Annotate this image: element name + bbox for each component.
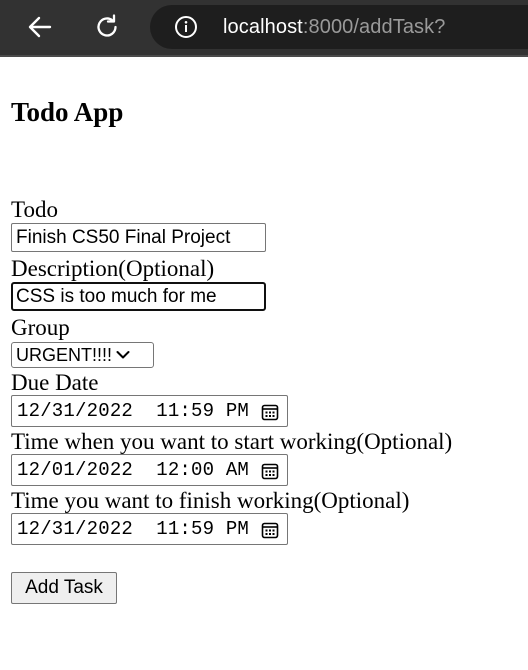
arrow-left-icon (28, 16, 52, 38)
todo-label: Todo (11, 197, 58, 222)
due-date-input[interactable]: 12/31/2022 11:59 PM (11, 395, 288, 427)
url-path: :8000/addTask? (302, 16, 446, 38)
todo-input[interactable]: Finish CS50 Final Project (11, 223, 266, 252)
back-button[interactable] (20, 8, 60, 46)
calendar-icon[interactable] (261, 521, 279, 539)
start-time-label: Time when you want to start working(Opti… (11, 429, 453, 454)
finish-time-value: 12/31/2022 11:59 PM (17, 518, 250, 540)
reload-button[interactable] (87, 8, 127, 46)
description-label: Description(Optional) (11, 256, 215, 281)
chevron-down-icon (116, 351, 130, 359)
add-task-button[interactable]: Add Task (11, 572, 117, 604)
group-select[interactable]: URGENT!!!! (11, 342, 154, 368)
url-host: localhost (223, 16, 303, 38)
due-date-label: Due Date (11, 370, 99, 395)
url-text: localhost:8000/addTask? (223, 16, 445, 39)
due-date-value: 12/31/2022 11:59 PM (17, 400, 250, 422)
reload-icon (97, 14, 117, 37)
start-time-input[interactable]: 12/01/2022 12:00 AM (11, 454, 288, 486)
calendar-icon[interactable] (261, 403, 279, 421)
address-bar[interactable]: localhost:8000/addTask? (150, 5, 528, 49)
group-label: Group (11, 315, 70, 340)
finish-time-input[interactable]: 12/31/2022 11:59 PM (11, 513, 288, 545)
description-input[interactable]: CSS is too much for me (11, 282, 266, 311)
group-selected-value: URGENT!!!! (16, 345, 113, 365)
browser-toolbar: localhost:8000/addTask? (0, 0, 528, 57)
start-time-value: 12/01/2022 12:00 AM (17, 459, 250, 481)
finish-time-label: Time you want to finish working(Optional… (11, 488, 410, 513)
page-title: Todo App (11, 97, 124, 127)
info-icon[interactable] (174, 15, 198, 39)
calendar-icon[interactable] (261, 462, 279, 480)
